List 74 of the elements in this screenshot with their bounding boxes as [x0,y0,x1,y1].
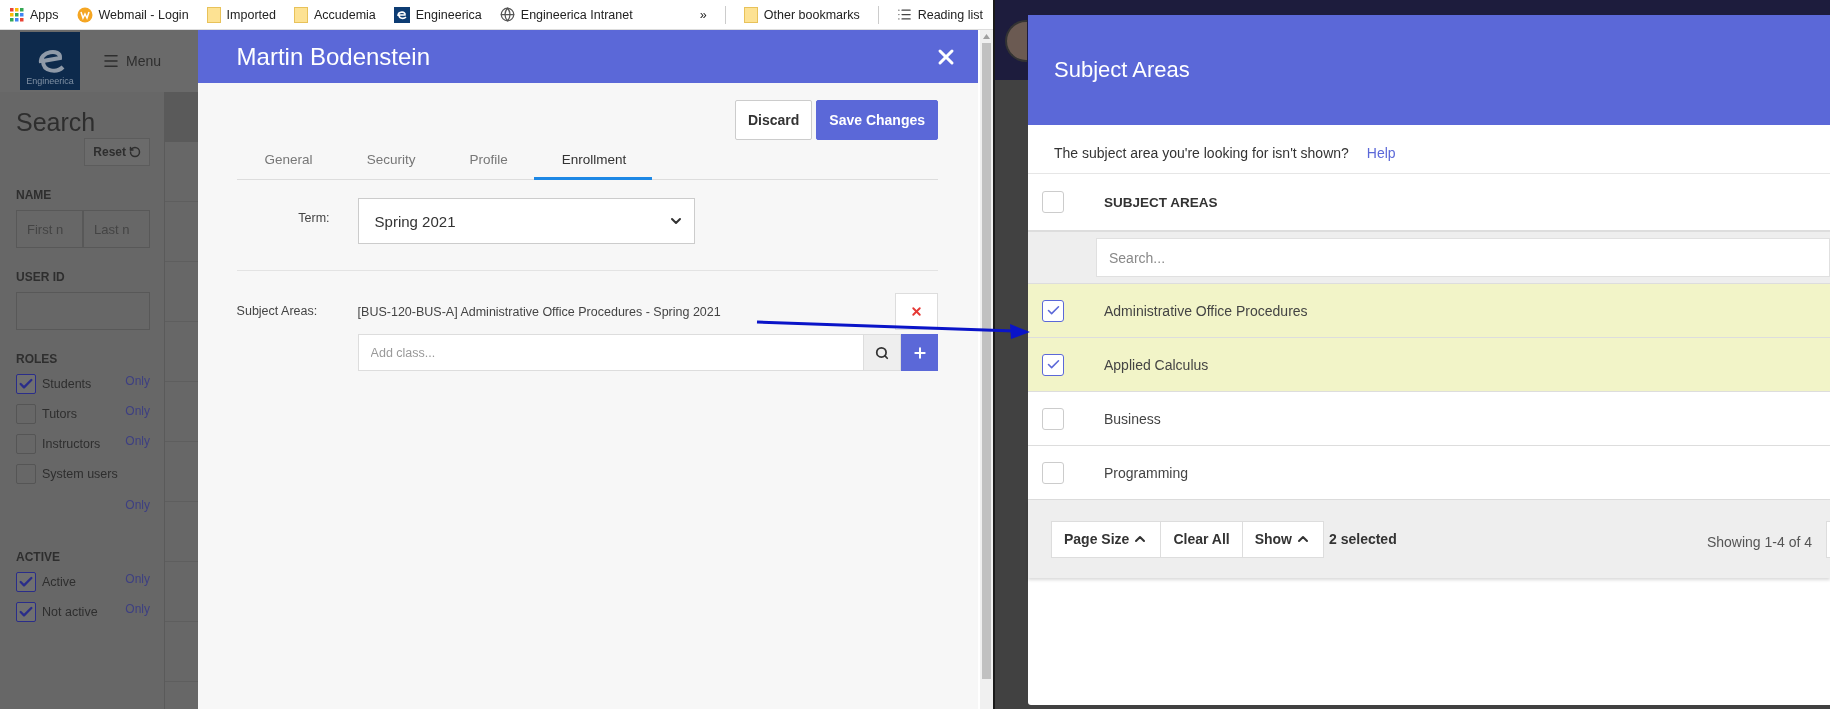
bookmark[interactable]: Apps [10,7,59,22]
subject-name: Programming [1104,464,1189,481]
search-field[interactable]: Search... [1096,238,1830,277]
bookmark[interactable]: Accudemia [293,6,376,23]
bookmark[interactable]: Engineerica [393,6,482,23]
add-button[interactable] [901,334,938,371]
logo-icon [393,6,410,23]
folder-icon [743,6,758,23]
scroll-up-icon[interactable] [983,34,990,39]
remove-button[interactable] [895,293,938,330]
enrolled-class: [BUS-120-BUS-A] Administrative Office Procedures - Spring 2021 [357,304,721,319]
folder-icon [206,6,221,23]
reset-icon [129,146,141,158]
footer-button[interactable]: Clear All [1160,520,1243,558]
webmail-icon [76,6,93,23]
sidebar-title: Search [16,108,97,137]
tab[interactable]: General [236,144,339,180]
table-row[interactable]: Administrative Office Procedures [1028,284,1830,338]
checkbox-label: Students [42,377,92,391]
save-button[interactable]: Save Changes [816,100,938,140]
term-select[interactable]: Spring 2021 [357,198,695,244]
column-header: SUBJECT AREAS [1104,194,1218,210]
apps-grid-icon [10,7,24,22]
logo-text: Engineerica [26,76,74,86]
checkbox-label: Tutors [42,407,77,421]
checkbox-label: Instructors [42,437,101,451]
help-link[interactable]: Help [1366,145,1396,161]
footer-button[interactable]: Page Size [1051,520,1162,558]
subject-areas-label: Subject Areas: [236,303,319,320]
search-icon [875,345,889,360]
section-label: ACTIVE [16,550,61,564]
checkbox[interactable] [16,374,36,394]
checkbox[interactable] [16,572,36,592]
bookmark[interactable]: Other bookmarks [743,6,860,23]
help-text: The subject area you're looking for isn't shown? [1054,145,1349,161]
tab[interactable]: Enrollment [533,144,653,180]
close-icon [910,305,923,318]
checkbox-label: Active [42,575,77,589]
menu-icon [102,52,120,70]
more-bookmarks-button[interactable]: » [699,7,707,22]
folder-icon [293,6,308,23]
bookmark[interactable]: Imported [206,6,276,23]
bookmark[interactable]: Webmail - Login [76,6,189,23]
reading-list-icon [896,7,912,22]
checkbox[interactable] [1042,299,1064,322]
term-label: Term: [297,210,330,225]
checkbox-label: System users [42,467,118,481]
tab[interactable]: Profile [441,144,534,180]
scrollbar[interactable] [980,30,993,709]
checkbox[interactable] [16,602,36,622]
bookmark[interactable]: Engineerica Intranet [499,7,633,22]
avatar[interactable] [1005,20,1027,62]
subject-name: Applied Calculus [1104,356,1209,373]
bookmark[interactable]: Reading list [896,7,983,22]
add-class-field[interactable]: Add class... [357,334,864,371]
section-label: ROLES [16,352,59,366]
checkbox[interactable] [1042,353,1064,376]
search-button[interactable] [864,334,901,371]
footer-button[interactable]: Show [1241,520,1324,558]
globe-icon [499,7,515,22]
select-all-checkbox[interactable] [1042,191,1064,213]
panel-title: Subject Areas [1054,57,1190,83]
section-label: USER ID [16,270,66,284]
selected-count: 2 selected [1329,531,1397,547]
dialog-title: Martin Bodenstein [236,42,431,71]
checkbox-label: Not active [42,605,98,619]
plus-icon [911,344,928,361]
table-row[interactable]: Applied Calculus [1028,338,1830,392]
tab[interactable]: Security [338,144,442,180]
subject-name: Business [1104,410,1161,427]
range-text: Showing 1-4 of 4 [1706,533,1812,550]
subject-name: Administrative Office Procedures [1104,302,1308,319]
section-label: NAME [16,188,53,202]
discard-button[interactable]: Discard [734,100,813,140]
